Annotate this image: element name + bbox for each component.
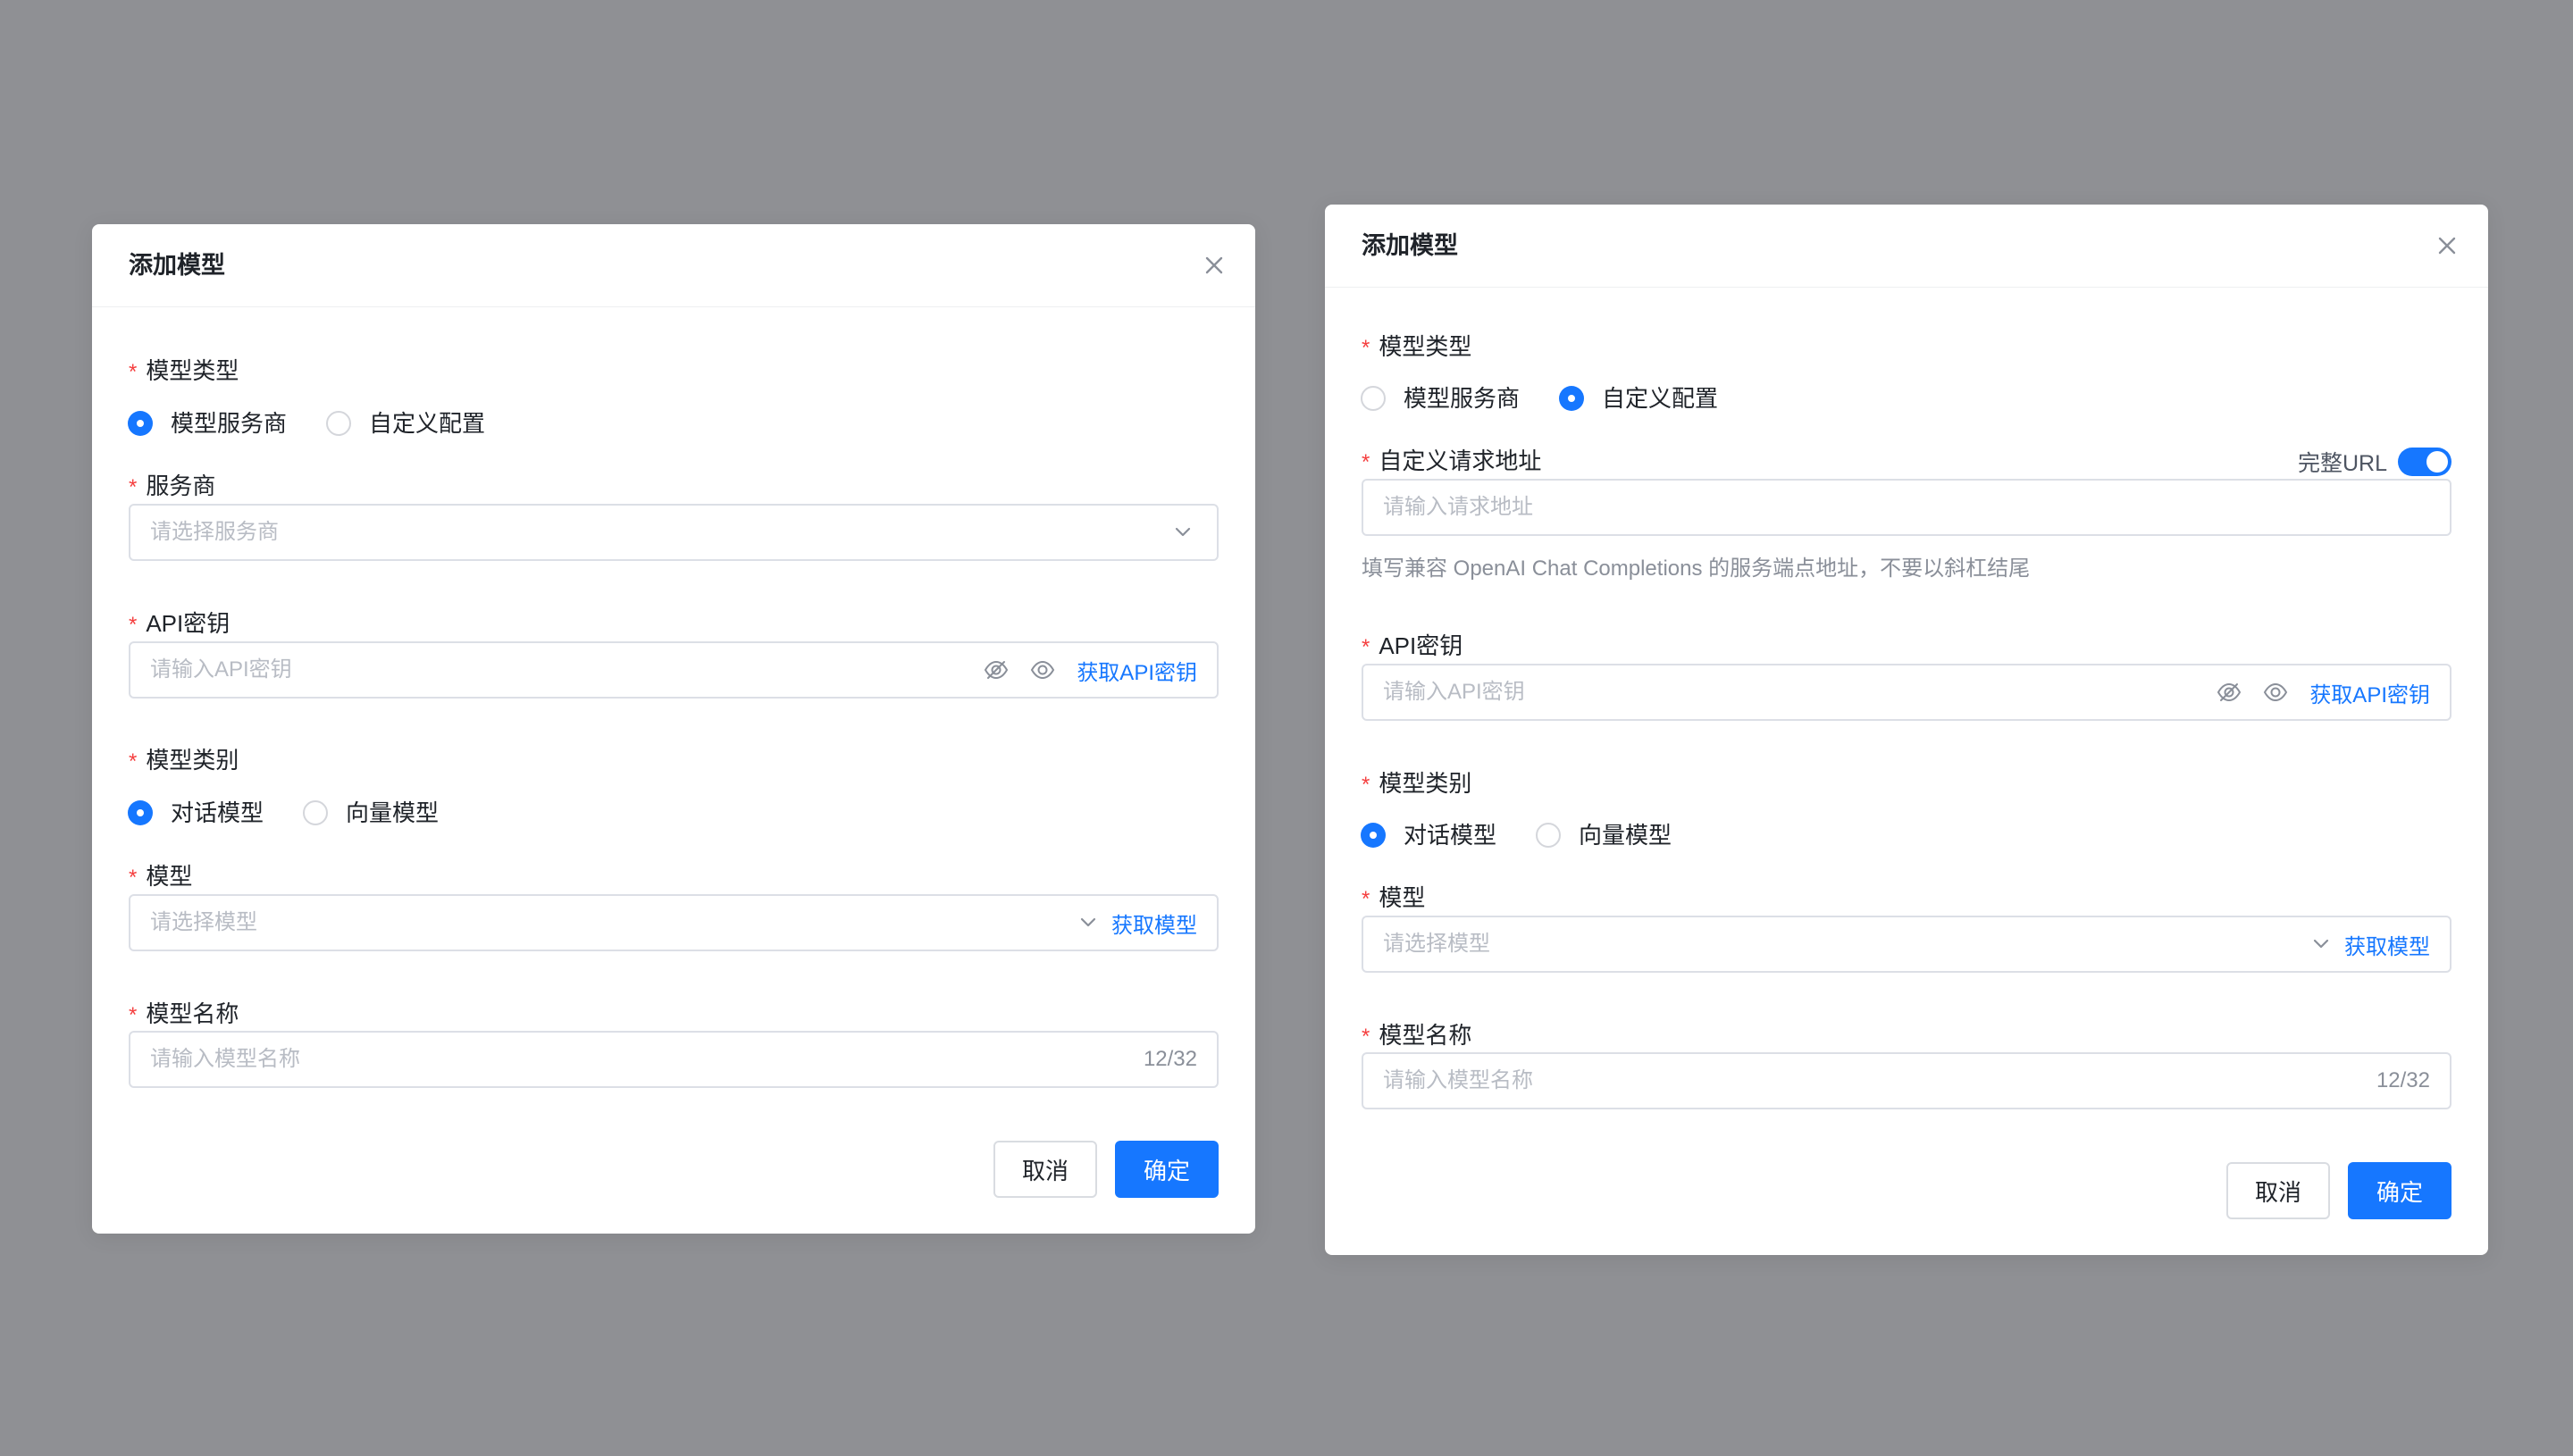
endpoint-label: * 自定义请求地址 [1362, 448, 1542, 474]
radio-label: 自定义配置 [369, 410, 486, 437]
model-name-input-box[interactable]: 12/32 [1362, 1052, 2451, 1109]
dialog-header: 添加模型 [92, 224, 1255, 307]
api-key-label: * API密钥 [1362, 632, 1463, 659]
radio-unchecked-indicator[interactable] [1361, 386, 1386, 411]
close-icon[interactable] [2429, 228, 2465, 264]
dialog-title: 添加模型 [1362, 232, 1458, 259]
eye-off-icon[interactable] [2215, 678, 2243, 707]
chevron-down-icon[interactable] [1074, 908, 1102, 937]
char-counter: 12/32 [1143, 1047, 1197, 1071]
required-asterisk: * [129, 475, 138, 499]
api-key-input[interactable] [150, 643, 954, 697]
model-select[interactable]: 获取模型 [129, 894, 1219, 951]
required-asterisk: * [129, 866, 138, 890]
radio-label: 向量模型 [346, 799, 440, 826]
full-url-label: 完整URL [2297, 451, 2387, 476]
endpoint-input[interactable] [1383, 481, 2410, 534]
model-select-input[interactable] [150, 896, 1043, 950]
api-key-input-box[interactable]: 获取API密钥 [129, 641, 1219, 699]
radio-custom-config[interactable]: 自定义配置 [326, 407, 485, 439]
get-api-key-link[interactable]: 获取API密钥 [2309, 677, 2430, 708]
full-url-switch-group: 完整URL [2298, 446, 2451, 478]
api-key-label: * API密钥 [129, 610, 230, 637]
cancel-button[interactable]: 取消 [2226, 1162, 2330, 1219]
radio-unchecked-indicator[interactable] [1536, 823, 1562, 848]
char-counter: 12/32 [2376, 1068, 2430, 1092]
model-name-input[interactable] [1383, 1054, 2276, 1108]
model-name-label: * 模型名称 [1362, 1022, 1472, 1049]
eye-icon[interactable] [1028, 656, 1057, 684]
required-asterisk: * [1362, 1025, 1370, 1049]
required-asterisk: * [1362, 887, 1370, 911]
required-asterisk: * [129, 749, 138, 774]
radio-checked-indicator[interactable] [128, 411, 153, 436]
required-asterisk: * [129, 360, 138, 384]
radio-checked-indicator[interactable] [1361, 823, 1386, 848]
provider-select-input[interactable] [150, 506, 1133, 559]
provider-select[interactable] [129, 504, 1219, 561]
radio-label: 模型服务商 [1404, 385, 1521, 412]
get-api-key-link[interactable]: 获取API密钥 [1077, 655, 1197, 686]
radio-chat-model[interactable]: 对话模型 [128, 797, 264, 829]
model-category-label: * 模型类别 [129, 747, 239, 774]
close-icon[interactable] [1196, 247, 1232, 283]
get-models-link[interactable]: 获取模型 [2344, 929, 2430, 960]
model-label: * 模型 [129, 863, 193, 890]
radio-embedding-model[interactable]: 向量模型 [1536, 819, 1672, 851]
model-type-radio-group: 模型服务商 自定义配置 [128, 407, 524, 439]
required-asterisk: * [1362, 450, 1370, 474]
add-model-dialog-custom: 添加模型 *模型类型 模型服务商 自定义配置 *自定义请求地址 完整URL 填写… [1325, 205, 2488, 1255]
model-select[interactable]: 获取模型 [1362, 916, 2451, 973]
cancel-button[interactable]: 取消 [993, 1141, 1097, 1198]
radio-unchecked-indicator[interactable] [303, 800, 329, 825]
radio-checked-indicator[interactable] [1559, 386, 1585, 411]
chevron-down-icon[interactable] [1169, 518, 1197, 547]
model-select-input[interactable] [1383, 917, 2276, 971]
dialog-title: 添加模型 [129, 252, 225, 279]
chevron-down-icon[interactable] [2307, 930, 2335, 958]
model-type-radio-group: 模型服务商 自定义配置 [1361, 382, 1757, 414]
model-name-label: * 模型名称 [129, 1000, 239, 1027]
required-asterisk: * [129, 1003, 138, 1027]
eye-icon[interactable] [2261, 678, 2290, 707]
radio-label: 向量模型 [1579, 822, 1672, 849]
model-category-radio-group: 对话模型 向量模型 [1361, 819, 1711, 851]
get-models-link[interactable]: 获取模型 [1111, 908, 1197, 939]
eye-off-icon[interactable] [982, 656, 1010, 684]
model-type-label: * 模型类型 [129, 357, 239, 384]
confirm-button[interactable]: 确定 [2348, 1162, 2451, 1219]
radio-label: 对话模型 [1404, 822, 1497, 849]
required-asterisk: * [1362, 336, 1370, 360]
model-category-label: * 模型类别 [1362, 770, 1472, 797]
model-category-radio-group: 对话模型 向量模型 [128, 797, 478, 829]
radio-label: 自定义配置 [1602, 385, 1719, 412]
model-name-input[interactable] [150, 1033, 1043, 1086]
add-model-dialog-provider: 添加模型 *模型类型 模型服务商 自定义配置 *服务商 *API密钥 [92, 224, 1255, 1234]
radio-chat-model[interactable]: 对话模型 [1361, 819, 1496, 851]
required-asterisk: * [1362, 635, 1370, 659]
radio-unchecked-indicator[interactable] [326, 411, 352, 436]
radio-custom-config[interactable]: 自定义配置 [1559, 382, 1718, 414]
dialog-header: 添加模型 [1325, 205, 2488, 288]
model-type-label: * 模型类型 [1362, 333, 1472, 360]
radio-model-provider[interactable]: 模型服务商 [128, 407, 287, 439]
model-name-input-box[interactable]: 12/32 [129, 1031, 1219, 1088]
full-url-toggle[interactable] [2398, 448, 2451, 476]
radio-label: 对话模型 [171, 799, 264, 826]
radio-model-provider[interactable]: 模型服务商 [1361, 382, 1520, 414]
required-asterisk: * [129, 613, 138, 637]
api-key-input[interactable] [1383, 665, 2187, 719]
api-key-input-box[interactable]: 获取API密钥 [1362, 664, 2451, 721]
endpoint-help-text: 填写兼容 OpenAI Chat Completions 的服务端点地址，不要以… [1362, 556, 2031, 581]
radio-checked-indicator[interactable] [128, 800, 153, 825]
radio-label: 模型服务商 [171, 410, 288, 437]
radio-embedding-model[interactable]: 向量模型 [303, 797, 439, 829]
endpoint-input-box[interactable] [1362, 479, 2451, 536]
model-label: * 模型 [1362, 884, 1426, 911]
provider-label: * 服务商 [129, 473, 216, 499]
required-asterisk: * [1362, 773, 1370, 797]
confirm-button[interactable]: 确定 [1115, 1141, 1219, 1198]
